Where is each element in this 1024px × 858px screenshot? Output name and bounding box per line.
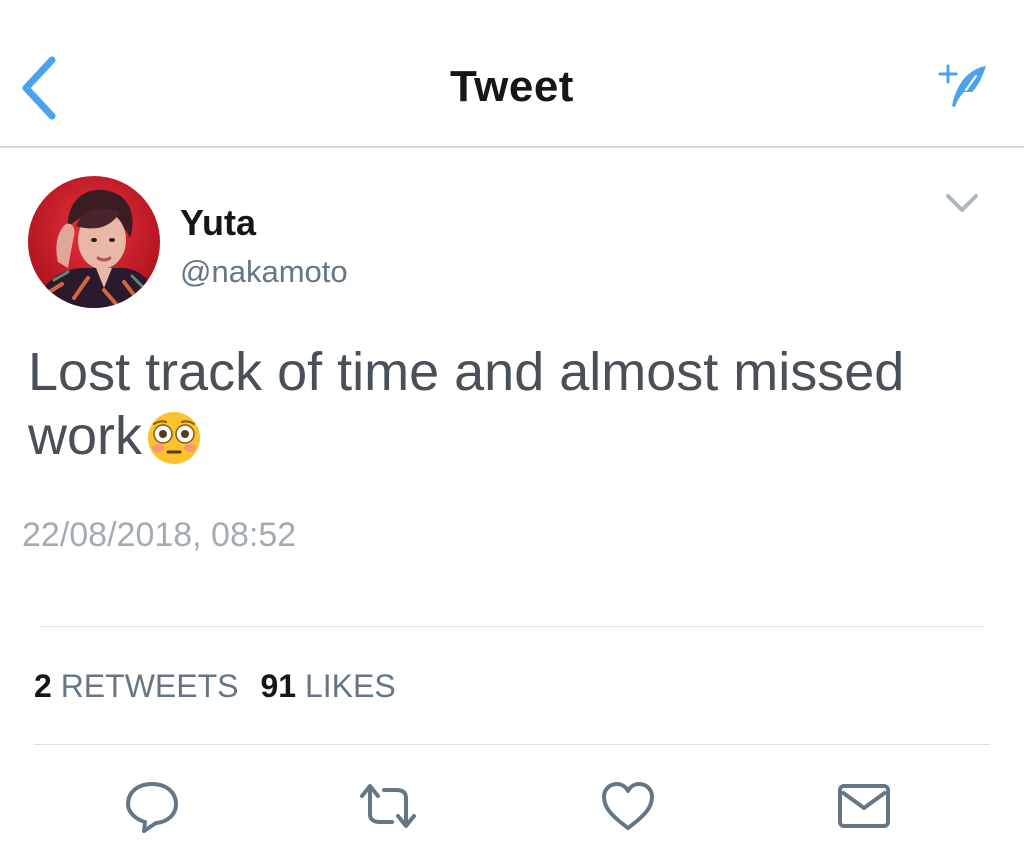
like-button[interactable] [600, 778, 656, 834]
reply-button[interactable] [124, 778, 180, 834]
avatar-image [28, 176, 160, 308]
page-title: Tweet [450, 62, 574, 111]
tweet-timestamp: 22/08/2018, 08:52 [22, 516, 297, 554]
tweet-stats: 2 RETWEETS 91 LIKES [34, 668, 396, 705]
divider-top [40, 626, 984, 627]
direct-message-button[interactable] [836, 778, 892, 834]
likes-count: 91 [260, 668, 297, 704]
divider-bottom [34, 744, 990, 745]
retweet-icon [360, 784, 416, 828]
compose-feather-icon [938, 64, 986, 107]
tweet-text: Lost track of time and almost missed wor… [28, 340, 988, 468]
tweet-menu-button[interactable] [942, 188, 982, 218]
author-name[interactable]: Yuta [180, 202, 256, 244]
retweets-count: 2 [34, 668, 52, 704]
nav-bar: Tweet [0, 0, 1024, 148]
likes-label: LIKES [304, 668, 396, 704]
retweets-stat[interactable]: 2 RETWEETS [34, 668, 238, 704]
likes-stat[interactable]: 91 LIKES [260, 668, 395, 704]
compose-button[interactable] [938, 60, 990, 112]
heart-icon [602, 782, 654, 830]
reply-bubble-icon [126, 782, 178, 833]
author-handle[interactable]: @nakamoto [180, 254, 348, 290]
chevron-down-icon [946, 194, 978, 212]
avatar[interactable] [28, 176, 160, 308]
retweet-button[interactable] [356, 778, 420, 834]
envelope-icon [838, 784, 890, 828]
retweets-label: RETWEETS [60, 668, 239, 704]
flushed-face-emoji: 😳 [146, 410, 202, 466]
